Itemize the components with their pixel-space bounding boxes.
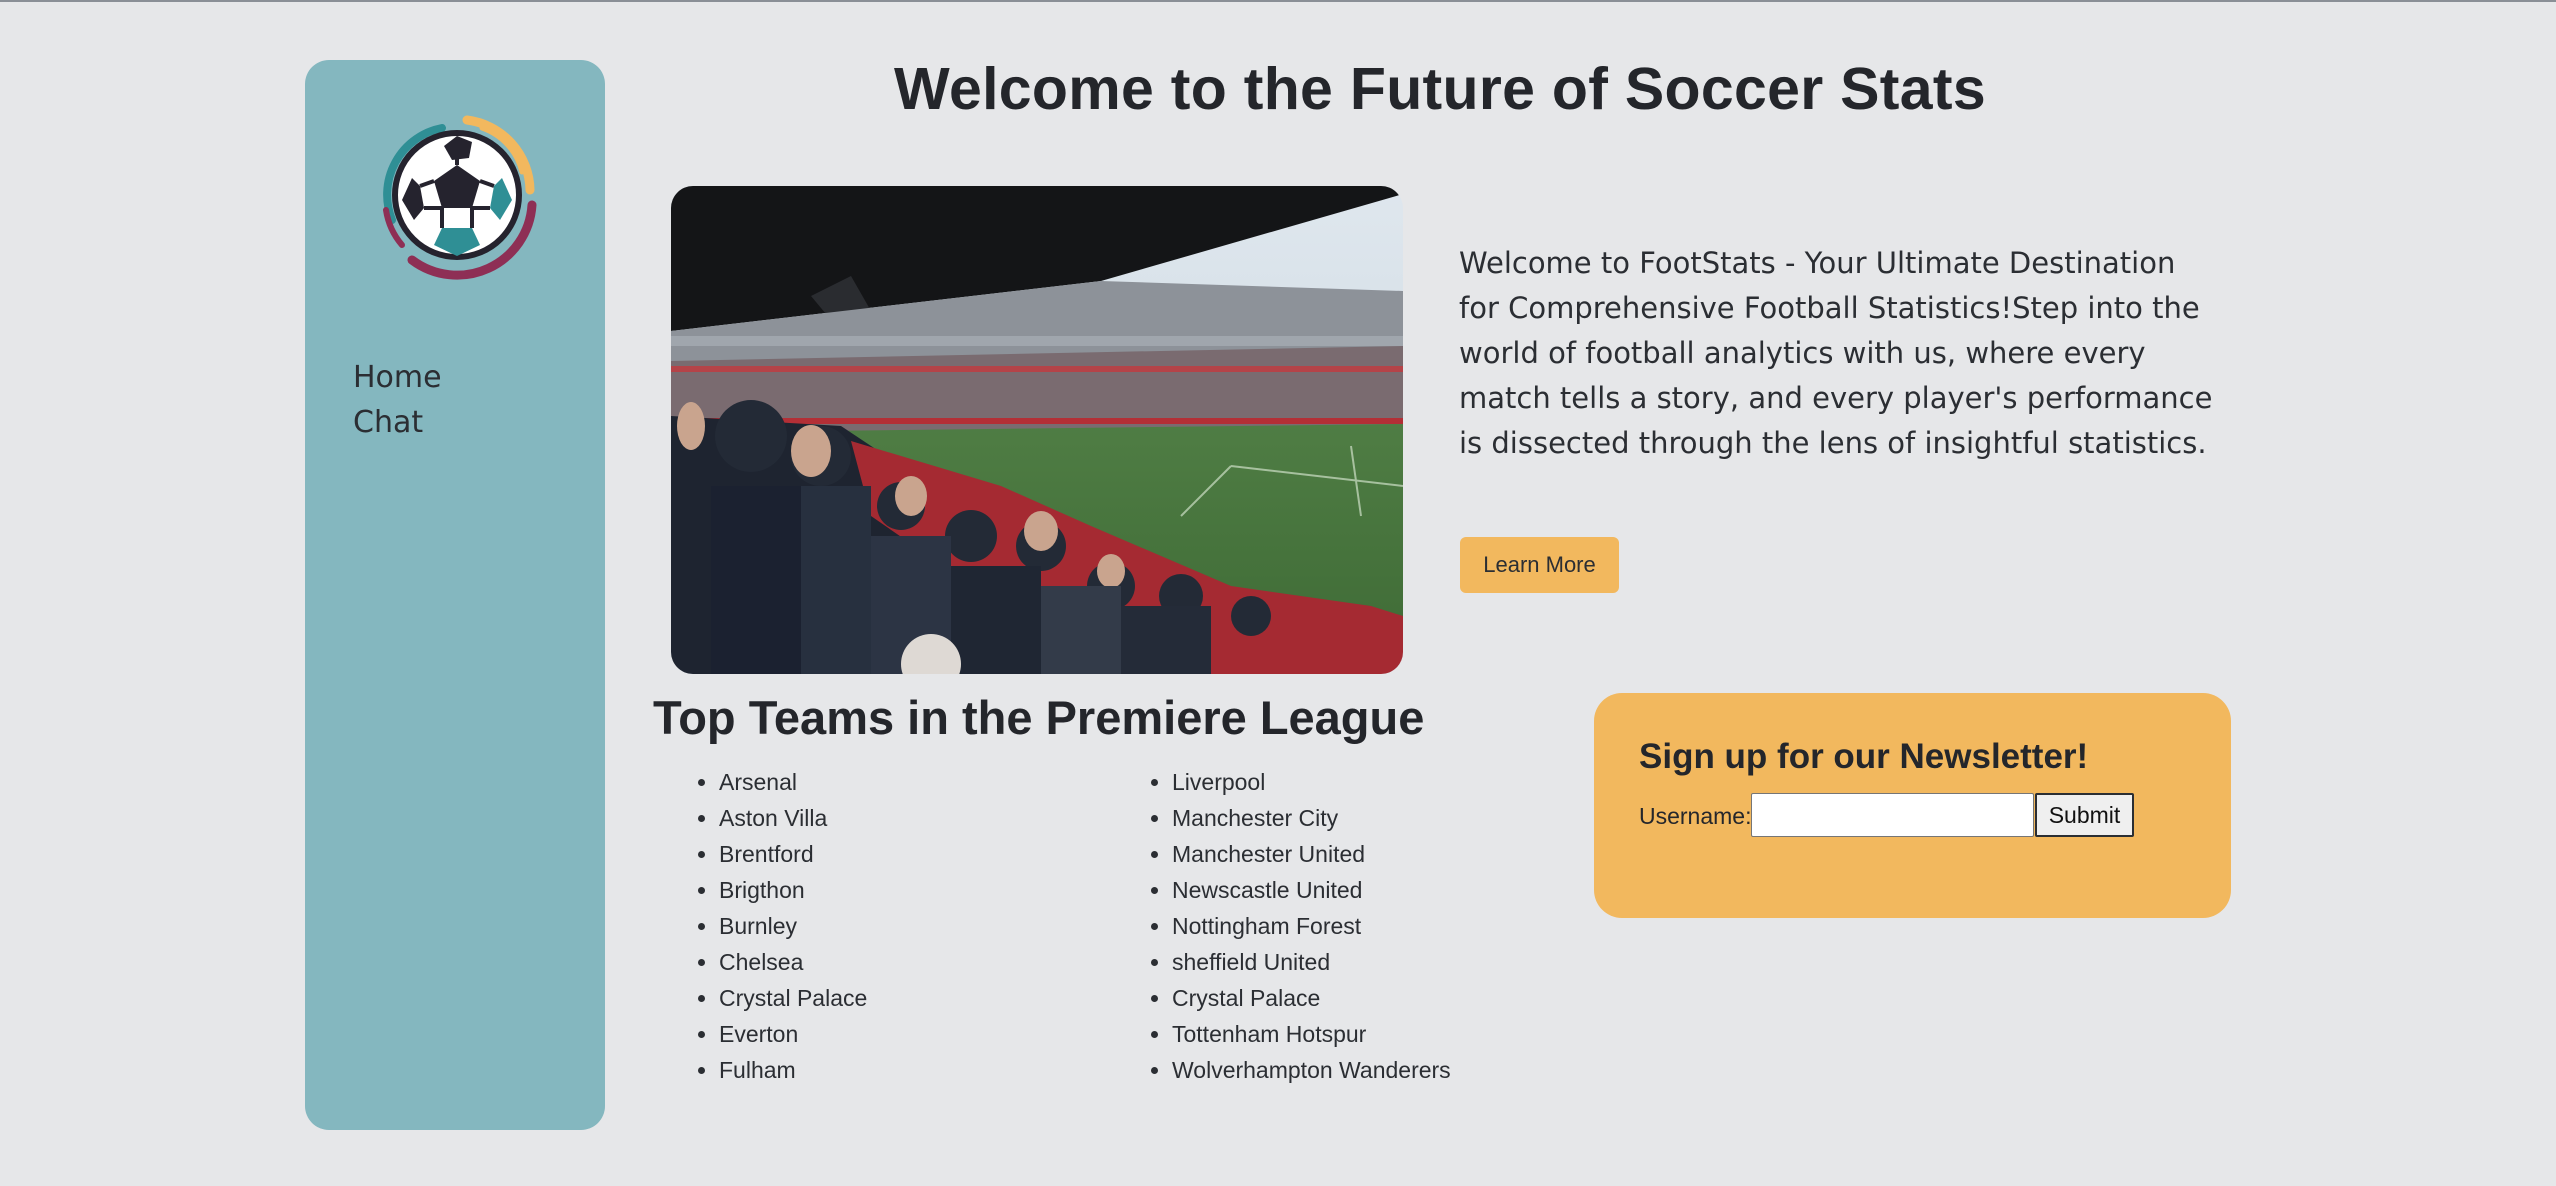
username-label: Username:: [1639, 803, 1752, 829]
list-item: Everton: [719, 1016, 867, 1052]
list-item: Fulham: [719, 1052, 867, 1088]
top-border: [0, 0, 2556, 2]
list-item: Chelsea: [719, 944, 867, 980]
list-item: Brentford: [719, 836, 867, 872]
newsletter-card: Sign up for our Newsletter! Username: Su…: [1594, 693, 2231, 918]
newsletter-title: Sign up for our Newsletter!: [1639, 737, 2089, 776]
sidebar-nav: Home Chat: [353, 355, 442, 445]
soccer-ball-icon[interactable]: [372, 110, 542, 280]
list-item: Newscastle United: [1172, 872, 1451, 908]
stadium-crowd-photo: [671, 186, 1403, 674]
list-item: Nottingham Forest: [1172, 908, 1451, 944]
list-item: Burnley: [719, 908, 867, 944]
teams-list-column-2: Liverpool Manchester City Manchester Uni…: [1126, 764, 1451, 1088]
list-item: Arsenal: [719, 764, 867, 800]
list-item: Liverpool: [1172, 764, 1451, 800]
list-item: Crystal Palace: [1172, 980, 1451, 1016]
teams-list-column-1: Arsenal Aston Villa Brentford Brigthon B…: [673, 764, 867, 1088]
list-item: Wolverhampton Wanderers: [1172, 1052, 1451, 1088]
submit-button[interactable]: Submit: [2035, 793, 2134, 837]
list-item: Tottenham Hotspur: [1172, 1016, 1451, 1052]
teams-heading: Top Teams in the Premiere League: [653, 691, 1425, 744]
list-item: Manchester United: [1172, 836, 1451, 872]
list-item: Manchester City: [1172, 800, 1451, 836]
list-item: Crystal Palace: [719, 980, 867, 1016]
sidebar-item-home[interactable]: Home: [353, 355, 442, 400]
page-title: Welcome to the Future of Soccer Stats: [894, 56, 1986, 122]
sidebar-item-chat[interactable]: Chat: [353, 400, 442, 445]
list-item: sheffield United: [1172, 944, 1451, 980]
sidebar: Home Chat: [305, 60, 605, 1130]
username-field[interactable]: [1751, 793, 2034, 837]
learn-more-button[interactable]: Learn More: [1460, 537, 1619, 593]
welcome-text: Welcome to FootStats - Your Ultimate Des…: [1459, 246, 2213, 460]
list-item: Aston Villa: [719, 800, 867, 836]
list-item: Brigthon: [719, 872, 867, 908]
